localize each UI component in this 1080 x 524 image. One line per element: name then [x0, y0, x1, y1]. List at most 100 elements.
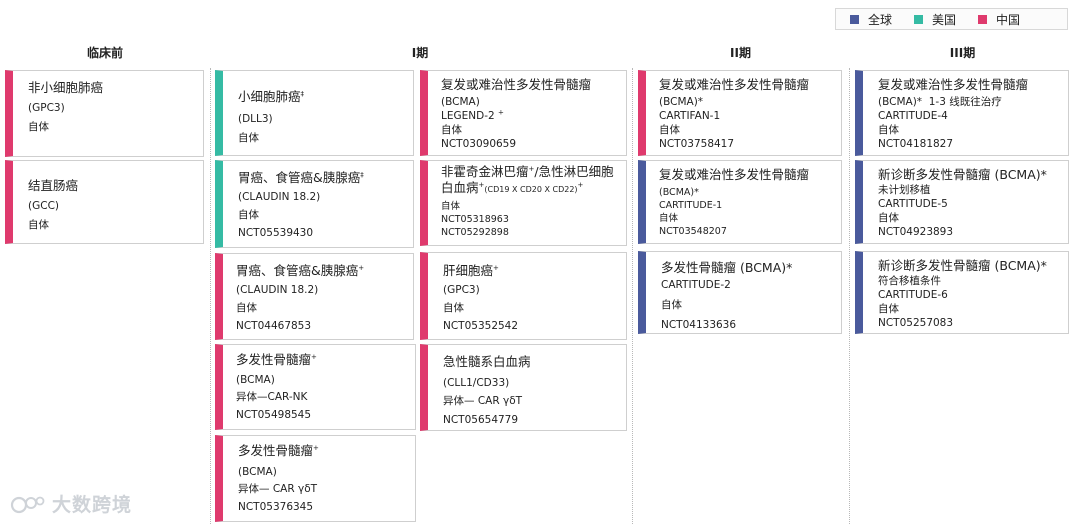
legend-label: 中国 [996, 12, 1021, 27]
cell-type: 异体— CAR γδT [443, 395, 523, 407]
cell-type: 自体 [878, 124, 899, 136]
legend-swatch-us [914, 14, 924, 24]
indication-name: 新诊断多发性骨髓瘤 (BCMA)* [878, 167, 1047, 182]
pipeline-card: 非霍奇金淋巴瘤+/急性淋巴细胞 白血病+(CD19 X CD20 X CD22)… [420, 160, 627, 246]
pipeline-card: 胃癌、食管癌&胰腺癌‡ (CLAUDIN 18.2) 自体 NCT0553943… [215, 160, 414, 248]
indication-name: 复发或难治性多发性骨髓瘤 [659, 77, 810, 92]
column-divider [849, 68, 850, 524]
nct-number: NCT05498545 [236, 409, 312, 421]
cell-type: 自体 [238, 209, 259, 221]
indication-name: 肝细胞癌+ [443, 263, 499, 278]
target: (GPC3) [443, 284, 480, 296]
pipeline-card: 结直肠癌 (GCC) 自体 [5, 160, 204, 244]
pipeline-card: 急性髓系白血病 (CLL1/CD33) 异体— CAR γδT NCT05654… [420, 344, 627, 431]
pipeline-card: 多发性骨髓瘤 (BCMA)* CARTITUDE-2 自体 NCT0413363… [638, 251, 842, 334]
legend-label: 全球 [868, 12, 893, 27]
cell-type: 异体— CAR γδT [238, 483, 318, 495]
pipeline-card: 复发或难治性多发性骨髓瘤 (BCMA)* 1-3 线既往治疗 CARTITUDE… [855, 70, 1069, 156]
target: (CLAUDIN 18.2) [238, 191, 321, 203]
target: (BCMA) [441, 96, 480, 108]
indication-name: 复发或难治性多发性骨髓瘤 [659, 167, 810, 182]
pipeline-card: 非小细胞肺癌 (GPC3) 自体 [5, 70, 204, 157]
column-title-phase2: II期 [730, 46, 751, 60]
trial-name: CARTITUDE-5 [878, 198, 948, 210]
watermark-text: 大数跨境 [52, 494, 133, 516]
nct-number: NCT04923893 [878, 226, 954, 238]
legend: 全球 美国 中国 [835, 8, 1068, 30]
cell-type: 自体 [441, 124, 462, 136]
watermark: 大数跨境 [10, 490, 132, 517]
pipeline-card: 复发或难治性多发性骨髓瘤 (BCMA)* CARTIFAN-1 自体 NCT03… [638, 70, 842, 156]
cell-type: 自体 [28, 121, 49, 133]
indication-name: 多发性骨髓瘤 (BCMA)* [661, 260, 793, 275]
target: (BCMA) [236, 374, 275, 386]
indication-name: 多发性骨髓瘤+ [236, 352, 317, 367]
nct-number: NCT04181827 [878, 138, 954, 150]
legend-label: 美国 [932, 12, 957, 27]
nct-number: NCT03090659 [441, 138, 517, 150]
indication-name: 胃癌、食管癌&胰腺癌+ [236, 263, 365, 278]
indication-name: 多发性骨髓瘤+ [238, 443, 319, 458]
target-and-note: (BCMA)* 1-3 线既往治疗 [878, 96, 1002, 108]
cell-type: 自体 [661, 299, 682, 311]
cell-type: 异体—CAR-NK [236, 391, 308, 403]
watermark-logo-icon [10, 496, 45, 513]
note: 未计划移植 [878, 184, 931, 196]
trial-name: CARTITUDE-6 [878, 289, 948, 301]
nct-number: NCT05292898 [441, 227, 509, 238]
target: (GPC3) [28, 102, 65, 114]
trial-name: CARTITUDE-1 [659, 200, 723, 211]
column-divider [210, 68, 211, 524]
pipeline-card: 新诊断多发性骨髓瘤 (BCMA)* 未计划移植 CARTITUDE-5 自体 N… [855, 160, 1069, 244]
pipeline-card: 新诊断多发性骨髓瘤 (BCMA)* 符合移植条件 CARTITUDE-6 自体 … [855, 251, 1069, 334]
legend-item-global: 全球 [850, 11, 892, 28]
target: (DLL3) [238, 113, 273, 125]
indication-name: 胃癌、食管癌&胰腺癌‡ [238, 170, 364, 185]
cell-type: 自体 [441, 201, 461, 212]
trial-name: CARTIFAN-1 [659, 110, 721, 122]
nct-number: NCT05257083 [878, 317, 954, 329]
cell-type: 自体 [28, 219, 49, 231]
note: 符合移植条件 [878, 275, 941, 287]
target: (BCMA)* [659, 96, 704, 108]
indication-name: 非小细胞肺癌 [28, 80, 104, 95]
column-divider [632, 68, 633, 524]
legend-swatch-global [850, 14, 859, 24]
nct-number: NCT05352542 [443, 320, 519, 332]
nct-number: NCT05539430 [238, 227, 314, 239]
column-title-phase3: III期 [949, 46, 976, 60]
legend-item-china: 中国 [978, 11, 1020, 28]
cell-type: 自体 [878, 212, 899, 224]
nct-number: NCT05654779 [443, 414, 519, 426]
nct-number: NCT04133636 [661, 319, 737, 331]
column-title-phase1: I期 [411, 46, 429, 60]
pipeline-card: 多发性骨髓瘤+ (BCMA) 异体— CAR γδT NCT05376345 [215, 435, 416, 522]
cell-type: 自体 [443, 302, 464, 314]
nct-number: NCT03548207 [659, 226, 727, 237]
pipeline-card: 肝细胞癌+ (GPC3) 自体 NCT05352542 [420, 252, 627, 340]
cell-type: 自体 [238, 132, 259, 144]
target: (BCMA)* [659, 187, 699, 198]
legend-swatch-china [978, 14, 988, 24]
target: (CLAUDIN 18.2) [236, 284, 319, 296]
trial-name: CARTITUDE-2 [661, 279, 731, 291]
nct-number: NCT03758417 [659, 138, 735, 150]
target: (BCMA) [238, 466, 277, 478]
pipeline-card: 胃癌、食管癌&胰腺癌+ (CLAUDIN 18.2) 自体 NCT0446785… [215, 253, 414, 340]
indication-name: 复发或难治性多发性骨髓瘤 [441, 77, 592, 92]
indication-name: 小细胞肺癌‡ [238, 89, 305, 104]
pipeline-card: 复发或难治性多发性骨髓瘤 (BCMA)* CARTITUDE-1 自体 NCT0… [638, 160, 842, 244]
indication-name-line2: 白血病+(CD19 X CD20 X CD22)+ [441, 180, 584, 195]
indication-name: 非霍奇金淋巴瘤+/急性淋巴细胞 [441, 164, 614, 179]
target: (CLL1/CD33) [443, 377, 510, 389]
column-title-preclinical: 临床前 [86, 46, 123, 60]
cell-type: 自体 [236, 302, 257, 314]
indication-name: 复发或难治性多发性骨髓瘤 [878, 77, 1029, 92]
nct-number: NCT05318963 [441, 214, 509, 225]
pipeline-card: 小细胞肺癌‡ (DLL3) 自体 [215, 70, 414, 156]
indication-name: 结直肠癌 [28, 178, 79, 193]
pipeline-card: 复发或难治性多发性骨髓瘤 (BCMA) LEGEND-2 + 自体 NCT030… [420, 70, 627, 156]
pipeline-card: 多发性骨髓瘤+ (BCMA) 异体—CAR-NK NCT05498545 [215, 344, 416, 430]
legend-item-us: 美国 [914, 11, 956, 28]
indication-name: 新诊断多发性骨髓瘤 (BCMA)* [878, 258, 1047, 273]
